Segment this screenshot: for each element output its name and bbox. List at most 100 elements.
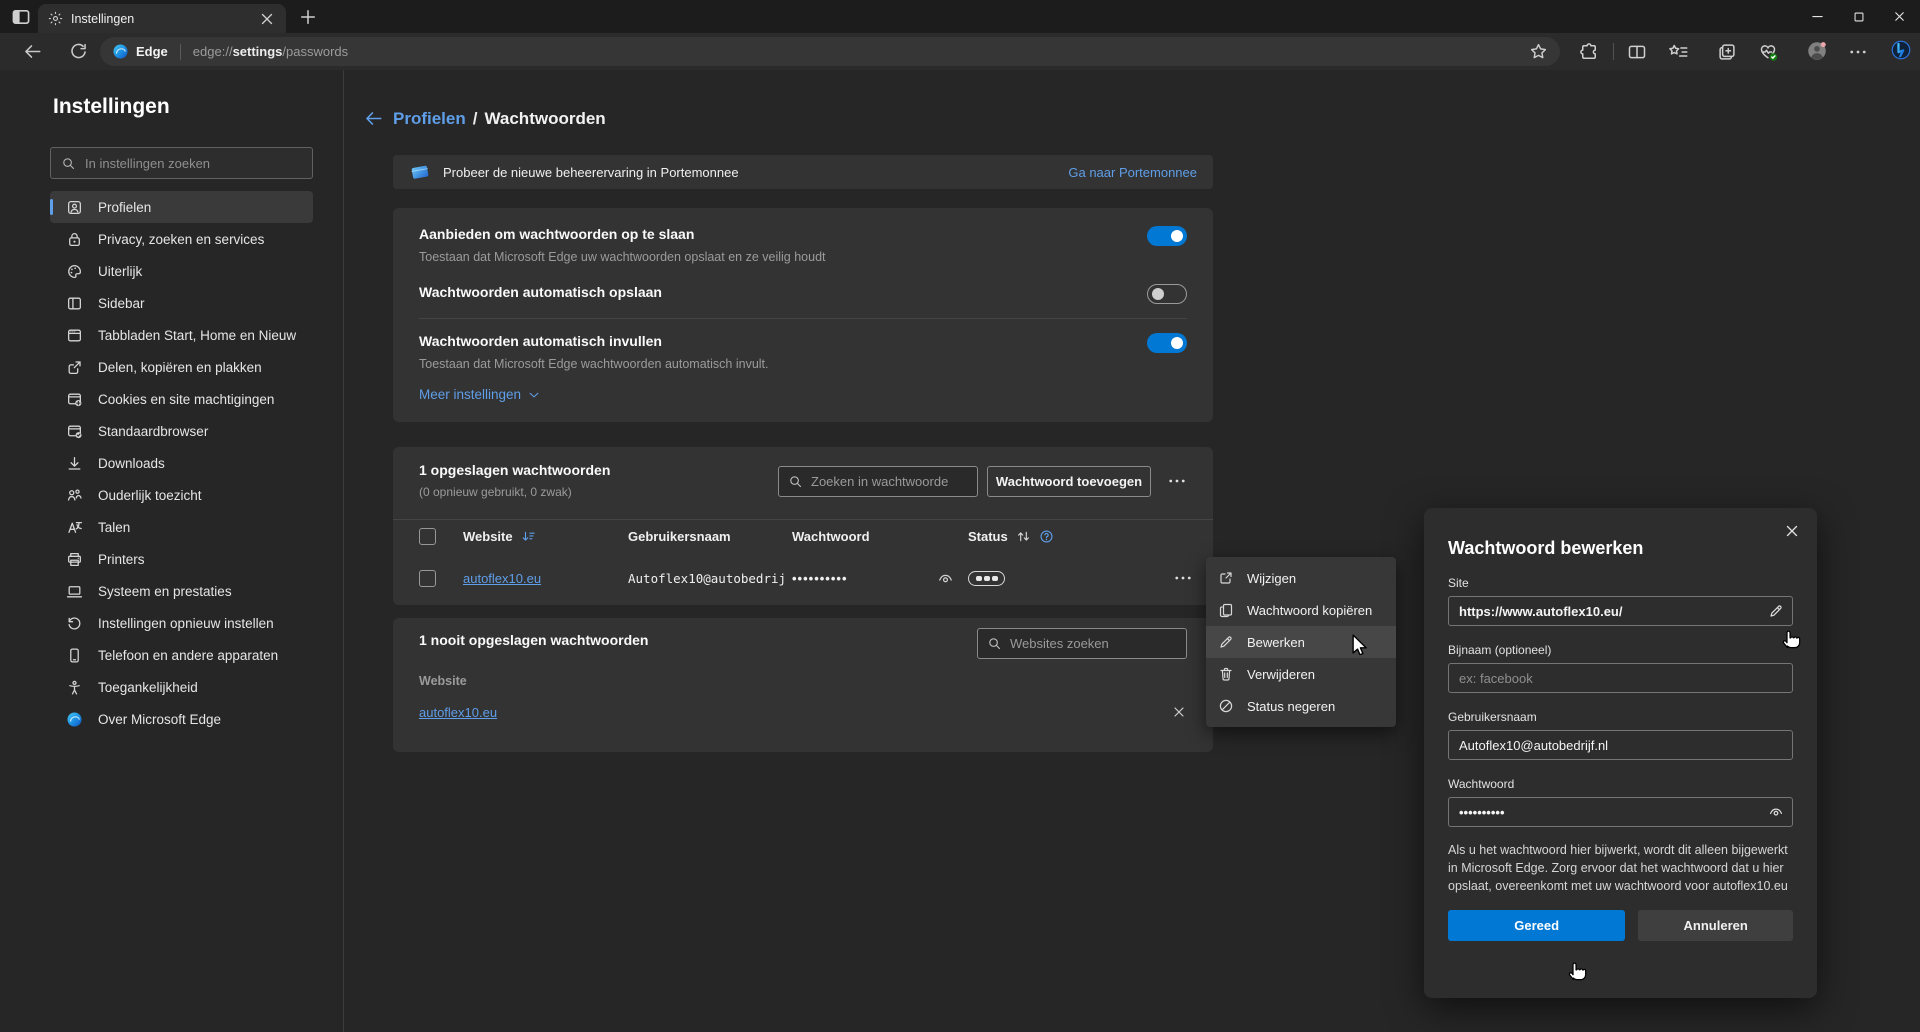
- column-website[interactable]: Website: [463, 529, 628, 544]
- menu-item-wijzigen[interactable]: Wijzigen: [1206, 562, 1396, 594]
- cancel-button[interactable]: Annuleren: [1638, 910, 1793, 941]
- sidebar-item-label: Instellingen opnieuw instellen: [98, 616, 274, 631]
- sidebar-item-downloads[interactable]: Downloads: [50, 447, 313, 479]
- favorite-star-icon[interactable]: [1529, 42, 1548, 61]
- masked-password: ••••••••••: [792, 571, 848, 586]
- edit-site-icon[interactable]: [1768, 603, 1784, 619]
- select-all-checkbox[interactable]: [419, 528, 436, 545]
- sidebar-item-talen[interactable]: Talen: [50, 511, 313, 543]
- privacy-icon: [66, 231, 83, 248]
- extensions-icon[interactable]: [1579, 42, 1599, 62]
- breadcrumb-back-icon[interactable]: [363, 108, 384, 129]
- column-status[interactable]: Status: [968, 529, 1118, 544]
- back-button[interactable]: [22, 41, 43, 62]
- favorites-icon[interactable]: [1668, 42, 1688, 62]
- menu-item-kopieren[interactable]: Wachtwoord kopiëren: [1206, 594, 1396, 626]
- split-screen-icon[interactable]: [1627, 42, 1647, 62]
- never-saved-column: Website: [419, 674, 1187, 688]
- menu-item-label: Status negeren: [1247, 699, 1335, 714]
- column-label: Status: [968, 529, 1008, 544]
- sidebar-item-cookies[interactable]: Cookies en site machtigingen: [50, 383, 313, 415]
- minimize-button[interactable]: [1797, 0, 1838, 33]
- banner-link[interactable]: Ga naar Portemonnee: [1068, 165, 1197, 180]
- website-link[interactable]: autoflex10.eu: [419, 705, 497, 720]
- sidebar-search[interactable]: [50, 147, 313, 179]
- search-icon: [788, 474, 803, 489]
- collections-icon[interactable]: [1717, 42, 1737, 62]
- column-username: Gebruikersnaam: [628, 529, 792, 544]
- new-tab-button[interactable]: [298, 7, 318, 27]
- copilot-icon[interactable]: [1891, 40, 1911, 60]
- menu-item-verwijderen[interactable]: Verwijderen: [1206, 658, 1396, 690]
- reset-icon: [66, 615, 83, 632]
- sidebar-item-delen[interactable]: Delen, kopiëren en plakken: [50, 351, 313, 383]
- toolbar-more-icon[interactable]: [1848, 42, 1868, 62]
- tab-close-icon[interactable]: [258, 10, 276, 28]
- sort-descending-icon[interactable]: [521, 529, 536, 544]
- passwords-table-header: Website Gebruikersnaam Wachtwoord Status: [393, 520, 1213, 552]
- password-search[interactable]: [778, 466, 978, 497]
- sidebar-item-label: Toegankelijkheid: [98, 680, 198, 695]
- password-search-input[interactable]: [811, 474, 968, 489]
- browser-tab[interactable]: Instellingen: [38, 4, 286, 33]
- add-password-button[interactable]: Wachtwoord toevoegen: [987, 466, 1151, 497]
- address-url: edge://settings/passwords: [193, 44, 348, 59]
- nickname-field[interactable]: [1448, 663, 1793, 693]
- sidebar-item-over-edge[interactable]: Over Microsoft Edge: [50, 703, 313, 735]
- done-button[interactable]: Gereed: [1448, 910, 1625, 941]
- sidebar-item-uiterlijk[interactable]: Uiterlijk: [50, 255, 313, 287]
- sort-updown-icon[interactable]: [1016, 529, 1031, 544]
- edge-logo-icon: [66, 711, 83, 728]
- browser-essentials-icon[interactable]: [1758, 42, 1778, 62]
- website-link[interactable]: autoflex10.eu: [463, 571, 628, 586]
- menu-item-label: Verwijderen: [1247, 667, 1315, 682]
- site-field[interactable]: [1448, 596, 1793, 626]
- saved-more-icon[interactable]: [1165, 471, 1189, 491]
- dialog-close-icon[interactable]: [1783, 522, 1801, 540]
- sidebar-item-telefoon[interactable]: Telefoon en andere apparaten: [50, 639, 313, 671]
- more-settings-link[interactable]: Meer instellingen: [419, 387, 541, 402]
- accessibility-icon: [66, 679, 83, 696]
- address-bar[interactable]: Edge edge://settings/passwords: [100, 37, 1560, 66]
- workspace-icon[interactable]: [10, 6, 32, 28]
- offer-save-toggle[interactable]: [1147, 226, 1187, 246]
- sidebar-item-sidebar[interactable]: Sidebar: [50, 287, 313, 319]
- never-saved-row: autoflex10.eu: [419, 704, 1187, 720]
- sidebar-item-tabbladen[interactable]: Tabbladen Start, Home en Nieuw: [50, 319, 313, 351]
- reload-button[interactable]: [68, 41, 89, 62]
- show-password-icon[interactable]: [937, 570, 954, 587]
- menu-item-status-negeren[interactable]: Status negeren: [1206, 690, 1396, 722]
- sidebar-item-label: Ouderlijk toezicht: [98, 488, 202, 503]
- auto-fill-title: Wachtwoorden automatisch invullen: [419, 333, 769, 349]
- maximize-button[interactable]: [1838, 0, 1879, 33]
- row-checkbox[interactable]: [419, 570, 436, 587]
- password-field[interactable]: [1448, 797, 1793, 827]
- remove-website-icon[interactable]: [1171, 704, 1187, 720]
- saved-passwords-header: 1 opgeslagen wachtwoorden (0 opnieuw geb…: [393, 447, 1213, 519]
- share-icon: [66, 359, 83, 376]
- close-window-button[interactable]: [1879, 0, 1920, 33]
- sidebar-search-input[interactable]: [85, 156, 285, 171]
- sidebar-item-ouderlijk[interactable]: Ouderlijk toezicht: [50, 479, 313, 511]
- website-search-input[interactable]: [1010, 636, 1177, 651]
- sidebar-item-profielen[interactable]: Profielen: [50, 191, 313, 223]
- sidebar-item-standaardbrowser[interactable]: Standaardbrowser: [50, 415, 313, 447]
- password-settings-card: Aanbieden om wachtwoorden op te slaan To…: [393, 208, 1213, 422]
- profile-avatar[interactable]: [1807, 41, 1827, 61]
- help-icon[interactable]: [1039, 529, 1054, 544]
- sidebar-item-systeem[interactable]: Systeem en prestaties: [50, 575, 313, 607]
- breadcrumb-parent[interactable]: Profielen: [393, 109, 466, 129]
- website-search[interactable]: [977, 628, 1187, 659]
- username-field[interactable]: [1448, 730, 1793, 760]
- sidebar-item-toegankelijkheid[interactable]: Toegankelijkheid: [50, 671, 313, 703]
- sidebar-item-reset[interactable]: Instellingen opnieuw instellen: [50, 607, 313, 639]
- row-more-icon[interactable]: [1171, 568, 1195, 588]
- url-host: settings: [233, 44, 283, 59]
- edit-password-dialog: Wachtwoord bewerken Site Bijnaam (option…: [1424, 508, 1817, 998]
- sidebar-item-privacy[interactable]: Privacy, zoeken en services: [50, 223, 313, 255]
- browser-toolbar: Edge edge://settings/passwords: [0, 33, 1920, 70]
- sidebar-item-printers[interactable]: Printers: [50, 543, 313, 575]
- auto-save-toggle[interactable]: [1147, 284, 1187, 304]
- auto-fill-toggle[interactable]: [1147, 333, 1187, 353]
- show-password-icon[interactable]: [1768, 804, 1784, 820]
